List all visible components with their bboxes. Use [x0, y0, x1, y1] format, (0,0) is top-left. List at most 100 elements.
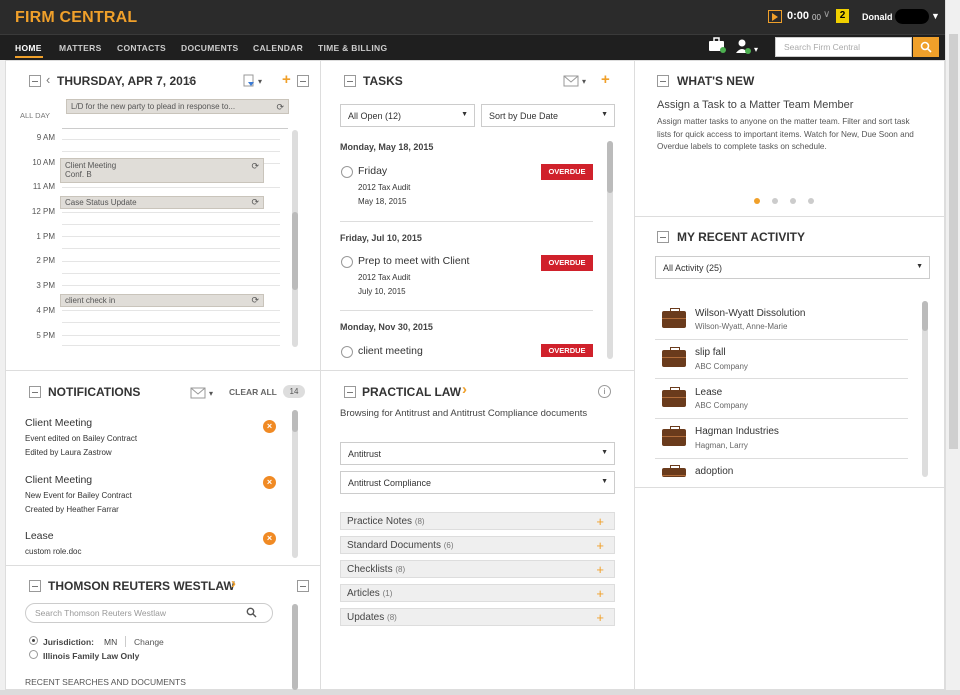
notifications-email-icon[interactable]: ▾: [190, 387, 218, 402]
carousel-dot-active[interactable]: [754, 198, 760, 204]
notifications-scrollbar[interactable]: [292, 410, 298, 558]
activity-collapse-icon[interactable]: [657, 231, 669, 243]
task-name[interactable]: Prep to meet with Client: [358, 255, 469, 267]
tasks-filter-select[interactable]: All Open (12) ▼: [340, 104, 475, 127]
task-complete-radio[interactable]: [341, 256, 353, 268]
tasks-collapse-icon[interactable]: [344, 75, 356, 87]
practical-law-row[interactable]: Updates (8) +: [340, 608, 615, 626]
practical-law-row[interactable]: Standard Documents (6) +: [340, 536, 615, 554]
user-name[interactable]: Donald: [862, 12, 893, 22]
notification-title[interactable]: Client Meeting: [25, 417, 92, 429]
timer-display[interactable]: 0:00: [787, 10, 809, 22]
tasks-scrollbar[interactable]: [607, 141, 613, 359]
nav-documents[interactable]: DOCUMENTS: [181, 43, 238, 53]
calendar-event[interactable]: Client Meeting Conf. B ⟳: [60, 158, 264, 183]
practical-law-chevron-icon[interactable]: ›: [462, 381, 467, 398]
nav-contacts[interactable]: CONTACTS: [117, 43, 166, 53]
calendar-event[interactable]: Case Status Update ⟳: [60, 196, 264, 209]
window-scrollbar[interactable]: [945, 0, 960, 695]
practical-law-row[interactable]: Practice Notes (8) +: [340, 512, 615, 530]
tasks-sort-select[interactable]: Sort by Due Date ▼: [481, 104, 615, 127]
play-timer-icon[interactable]: [768, 10, 782, 23]
calendar-prev-chevron-icon[interactable]: ‹: [46, 72, 50, 87]
practical-law-row[interactable]: Checklists (8) +: [340, 560, 615, 578]
westlaw-chevron-icon[interactable]: ›: [231, 575, 236, 592]
jurisdiction-radio[interactable]: [29, 636, 38, 645]
calendar-event[interactable]: client check in ⟳: [60, 294, 264, 307]
user-menu-chevron-icon[interactable]: ▼: [931, 11, 940, 21]
brand-logo[interactable]: FIRM CENTRAL: [15, 9, 137, 27]
global-search-input[interactable]: Search Firm Central: [775, 37, 912, 57]
carousel-dot[interactable]: [790, 198, 796, 204]
activity-item-title[interactable]: Lease: [695, 387, 722, 398]
activity-item-title[interactable]: slip fall: [695, 347, 726, 358]
illinois-radio[interactable]: [29, 650, 38, 659]
new-matter-briefcase-icon[interactable]: [708, 37, 726, 57]
calendar-next-chevron-icon[interactable]: ›: [188, 72, 192, 87]
practical-law-row[interactable]: Articles (1) +: [340, 584, 615, 602]
dismiss-notification-icon[interactable]: ×: [263, 532, 276, 545]
row-label: Updates: [347, 612, 385, 623]
tasks-email-icon[interactable]: ▾: [563, 75, 591, 90]
change-jurisdiction-link[interactable]: Change: [134, 637, 164, 647]
activity-scrollbar[interactable]: [922, 301, 928, 477]
topic-select[interactable]: Antitrust Compliance ▼: [340, 471, 615, 494]
hour-line: [62, 212, 280, 213]
activity-item-title[interactable]: Hagman Industries: [695, 426, 779, 437]
westlaw-title[interactable]: THOMSON REUTERS WESTLAW: [48, 579, 235, 593]
westlaw-collapse-icon[interactable]: [29, 580, 41, 592]
dismiss-notification-icon[interactable]: ×: [263, 476, 276, 489]
expand-plus-icon[interactable]: +: [596, 586, 604, 601]
info-icon[interactable]: i: [598, 385, 611, 398]
event-sync-icon: ⟳: [251, 161, 259, 171]
hour-label: 3 PM: [36, 281, 55, 290]
activity-item-title[interactable]: Wilson-Wyatt Dissolution: [695, 308, 806, 319]
timer-dropdown-icon[interactable]: ∨: [823, 9, 830, 20]
calendar-collapse-icon[interactable]: [29, 75, 41, 87]
calendar-menu-icon[interactable]: [297, 75, 309, 87]
nav-time-billing[interactable]: TIME & BILLING: [318, 43, 387, 53]
notification-badge[interactable]: 2: [836, 9, 849, 23]
practical-law-title[interactable]: PRACTICAL LAW: [362, 385, 461, 399]
task-name[interactable]: client meeting: [358, 345, 423, 357]
task-complete-radio[interactable]: [341, 166, 353, 178]
clear-all-button[interactable]: CLEAR ALL: [229, 387, 277, 397]
whats-new-collapse-icon[interactable]: [657, 75, 669, 87]
nav-calendar[interactable]: CALENDAR: [253, 43, 303, 53]
half-hour-line: [62, 345, 280, 346]
dismiss-notification-icon[interactable]: ×: [263, 420, 276, 433]
notification-title[interactable]: Lease: [25, 530, 54, 542]
notifications-title: NOTIFICATIONS: [48, 385, 141, 399]
westlaw-search-icon[interactable]: [246, 607, 257, 621]
tasks-add-icon[interactable]: +: [601, 71, 610, 88]
calendar-date: THURSDAY, APR 7, 2016: [57, 74, 197, 88]
calendar-add-icon[interactable]: +: [282, 71, 291, 88]
calendar-scrollbar[interactable]: [292, 130, 298, 347]
activity-item-title[interactable]: adoption: [695, 466, 733, 477]
notification-title[interactable]: Client Meeting: [25, 474, 92, 486]
task-matter[interactable]: 2012 Tax Audit: [358, 183, 410, 192]
westlaw-scrollbar[interactable]: [292, 604, 298, 690]
nav-home[interactable]: HOME: [15, 43, 42, 53]
activity-filter-select[interactable]: All Activity (25) ▼: [655, 256, 930, 279]
all-day-event[interactable]: L/D for the new party to plead in respon…: [66, 99, 289, 114]
expand-plus-icon[interactable]: +: [596, 514, 604, 529]
search-icon[interactable]: [913, 37, 939, 57]
westlaw-search-input[interactable]: Search Thomson Reuters Westlaw: [25, 603, 273, 623]
expand-plus-icon[interactable]: +: [596, 538, 604, 553]
task-name[interactable]: Friday: [358, 165, 387, 177]
notifications-collapse-icon[interactable]: [29, 386, 41, 398]
new-contact-person-icon[interactable]: ▾: [735, 38, 761, 58]
expand-plus-icon[interactable]: +: [596, 562, 604, 577]
event-sync-icon: ⟳: [276, 102, 284, 112]
nav-matters[interactable]: MATTERS: [59, 43, 102, 53]
expand-plus-icon[interactable]: +: [596, 610, 604, 625]
task-complete-radio[interactable]: [341, 346, 353, 358]
practice-area-select[interactable]: Antitrust ▼: [340, 442, 615, 465]
carousel-dot[interactable]: [772, 198, 778, 204]
practical-law-collapse-icon[interactable]: [344, 386, 356, 398]
carousel-dot[interactable]: [808, 198, 814, 204]
task-matter[interactable]: 2012 Tax Audit: [358, 273, 410, 282]
westlaw-menu-icon[interactable]: [297, 580, 309, 592]
calendar-export-icon[interactable]: ▾: [243, 74, 265, 91]
